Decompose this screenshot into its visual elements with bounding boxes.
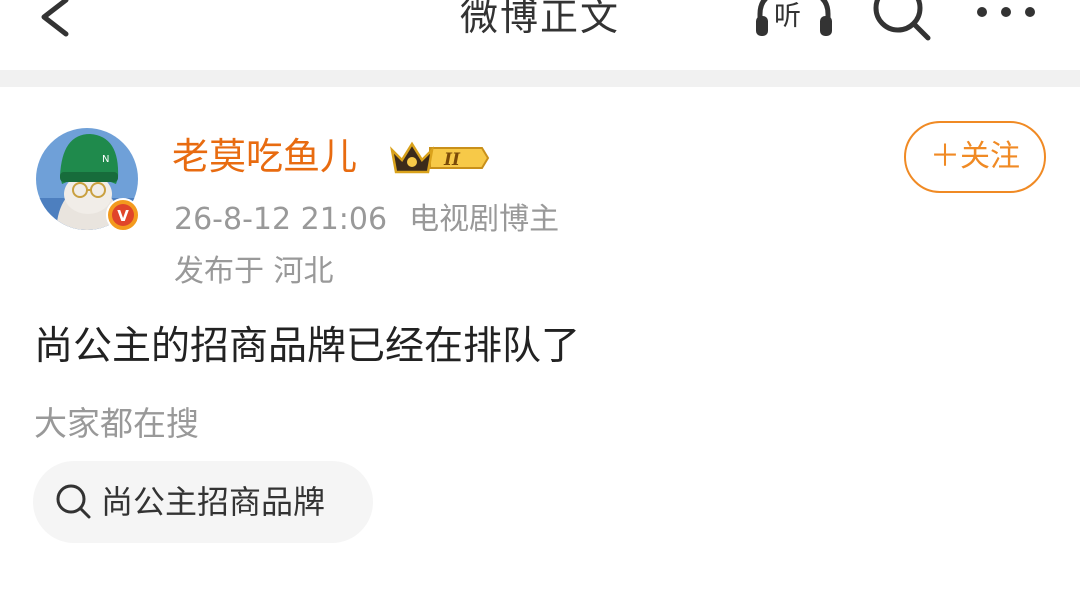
follow-button[interactable]: ＋关注 (904, 121, 1046, 193)
search-button[interactable] (868, 0, 938, 42)
search-icon (873, 0, 931, 41)
trending-search-chip[interactable]: 尚公主招商品牌 (33, 461, 373, 543)
top-navigation-bar: 微博正文 听 (0, 0, 1080, 70)
post-content: 尚公主的招商品牌已经在排队了 (34, 324, 581, 369)
crown-icon (390, 141, 434, 174)
post-timestamp: 26-8-12 21:06 (174, 202, 388, 237)
listen-label: 听 (774, 1, 801, 32)
more-dots-icon (977, 7, 1035, 17)
svg-text:II: II (443, 150, 461, 170)
svg-text:N: N (102, 154, 109, 165)
author-role: 电视剧博主 (409, 202, 560, 237)
post-location: 发布于 河北 (174, 254, 334, 289)
trending-label: 大家都在搜 (34, 404, 199, 443)
svg-text:V: V (117, 207, 129, 225)
more-button[interactable] (968, 0, 1048, 30)
search-icon (56, 484, 91, 519)
avatar[interactable]: N V (36, 128, 140, 232)
author-name[interactable]: 老莫吃鱼儿 (172, 134, 357, 180)
verified-v-icon: V (106, 198, 140, 232)
listen-button[interactable]: 听 (752, 0, 836, 42)
trending-chip-text: 尚公主招商品牌 (101, 483, 326, 521)
vip-badge[interactable]: II (390, 138, 490, 178)
section-divider (0, 70, 1080, 87)
post-meta: 26-8-12 21:06 电视剧博主 (174, 200, 559, 240)
